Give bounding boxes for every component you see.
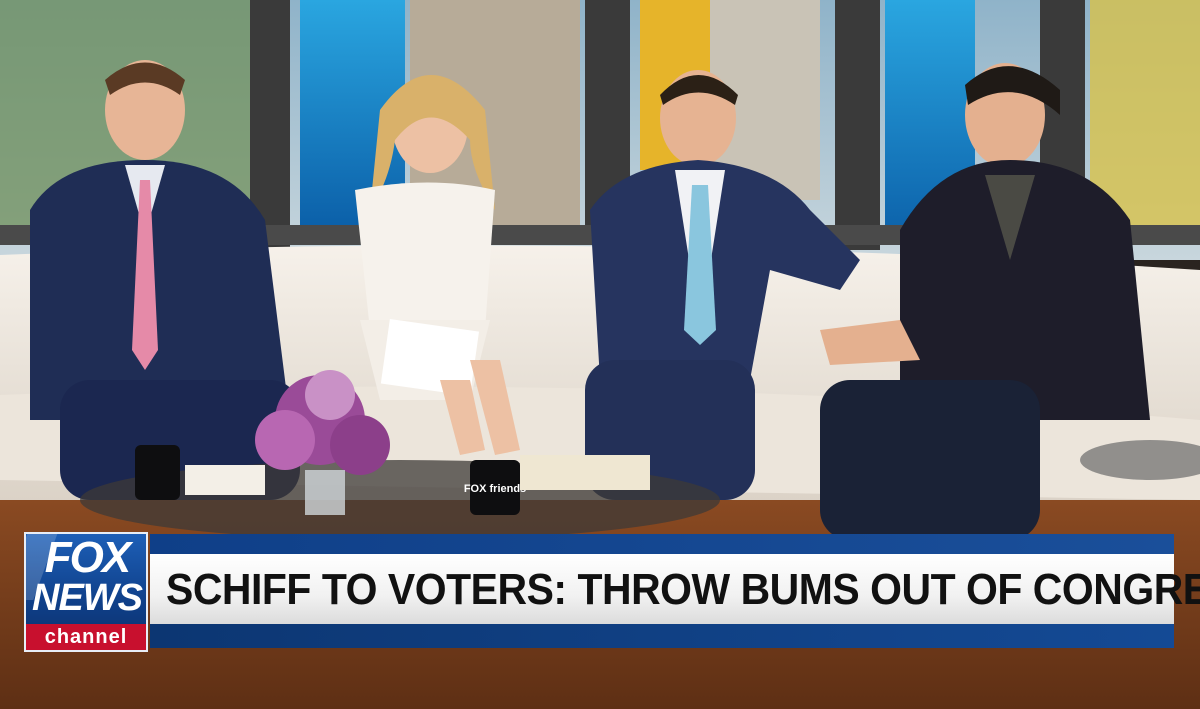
logo-text-channel: channel: [26, 624, 146, 650]
tv-broadcast-frame: FOX friends FOX NEWS channel SCHIFF TO V…: [0, 0, 1200, 709]
fox-news-logo: FOX NEWS channel: [24, 532, 148, 652]
lower-third-graphic: FOX NEWS channel SCHIFF TO VOTERS: THROW…: [18, 530, 1200, 654]
banner-top-bar: [150, 534, 1174, 554]
papers-on-table: [185, 465, 265, 495]
headline-text: SCHIFF TO VOTERS: THROW BUMS OUT OF CONG…: [166, 565, 1200, 614]
logo-text-news: NEWS: [32, 577, 143, 619]
coffee-mug-left: [135, 445, 180, 500]
headline-banner: SCHIFF TO VOTERS: THROW BUMS OUT OF CONG…: [150, 530, 1200, 654]
mug-logo-text: FOX friends: [464, 483, 526, 495]
window-frame: [835, 0, 880, 250]
logo-text-fox: FOX: [44, 533, 131, 582]
papers-on-table: [520, 455, 650, 490]
banner-main: SCHIFF TO VOTERS: THROW BUMS OUT OF CONG…: [150, 554, 1200, 626]
banner-bottom-bar: [150, 624, 1174, 648]
